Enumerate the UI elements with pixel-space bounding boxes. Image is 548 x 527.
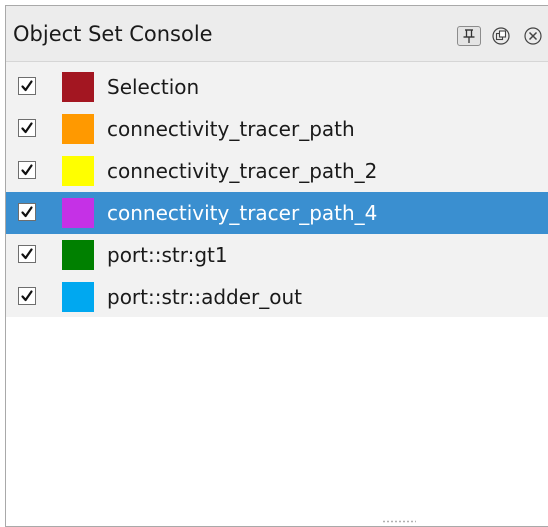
pin-icon[interactable] (457, 26, 481, 46)
checkmark-icon (21, 164, 33, 176)
object-set-list: Selection connectivity_tracer_path conne… (6, 62, 548, 317)
close-icon[interactable] (523, 26, 543, 46)
object-set-label: connectivity_tracer_path_4 (107, 201, 378, 225)
list-item[interactable]: connectivity_tracer_path_2 (6, 150, 548, 192)
checkmark-icon (21, 122, 33, 134)
object-set-console-panel: Object Set Console Selection connectivit… (5, 5, 548, 527)
object-set-label: connectivity_tracer_path_2 (107, 159, 378, 183)
checkmark-icon (21, 206, 33, 218)
list-item[interactable]: connectivity_tracer_path (6, 108, 548, 150)
visibility-checkbox[interactable] (18, 77, 36, 95)
console-title: Object Set Console (13, 22, 213, 46)
color-swatch[interactable] (62, 282, 94, 312)
color-swatch[interactable] (62, 240, 94, 270)
object-set-label: connectivity_tracer_path (107, 117, 355, 141)
object-set-label: port::str:gt1 (107, 243, 228, 267)
list-item[interactable]: Selection (6, 66, 548, 108)
visibility-checkbox[interactable] (18, 119, 36, 137)
visibility-checkbox[interactable] (18, 245, 36, 263)
list-item[interactable]: port::str::adder_out (6, 276, 548, 318)
list-item-selected[interactable]: connectivity_tracer_path_4 (6, 192, 548, 234)
checkmark-icon (21, 290, 33, 302)
color-swatch[interactable] (62, 198, 94, 228)
checkmark-icon (21, 80, 33, 92)
color-swatch[interactable] (62, 72, 94, 102)
visibility-checkbox[interactable] (18, 203, 36, 221)
resize-grip[interactable] (382, 520, 416, 523)
visibility-checkbox[interactable] (18, 287, 36, 305)
list-item[interactable]: port::str:gt1 (6, 234, 548, 276)
object-set-label: Selection (107, 75, 200, 99)
object-set-list-area: Selection connectivity_tracer_path conne… (6, 61, 548, 526)
console-title-bar: Object Set Console (6, 6, 548, 61)
visibility-checkbox[interactable] (18, 161, 36, 179)
color-swatch[interactable] (62, 114, 94, 144)
object-set-label: port::str::adder_out (107, 285, 303, 309)
checkmark-icon (21, 248, 33, 260)
float-icon[interactable] (491, 26, 511, 46)
color-swatch[interactable] (62, 156, 94, 186)
